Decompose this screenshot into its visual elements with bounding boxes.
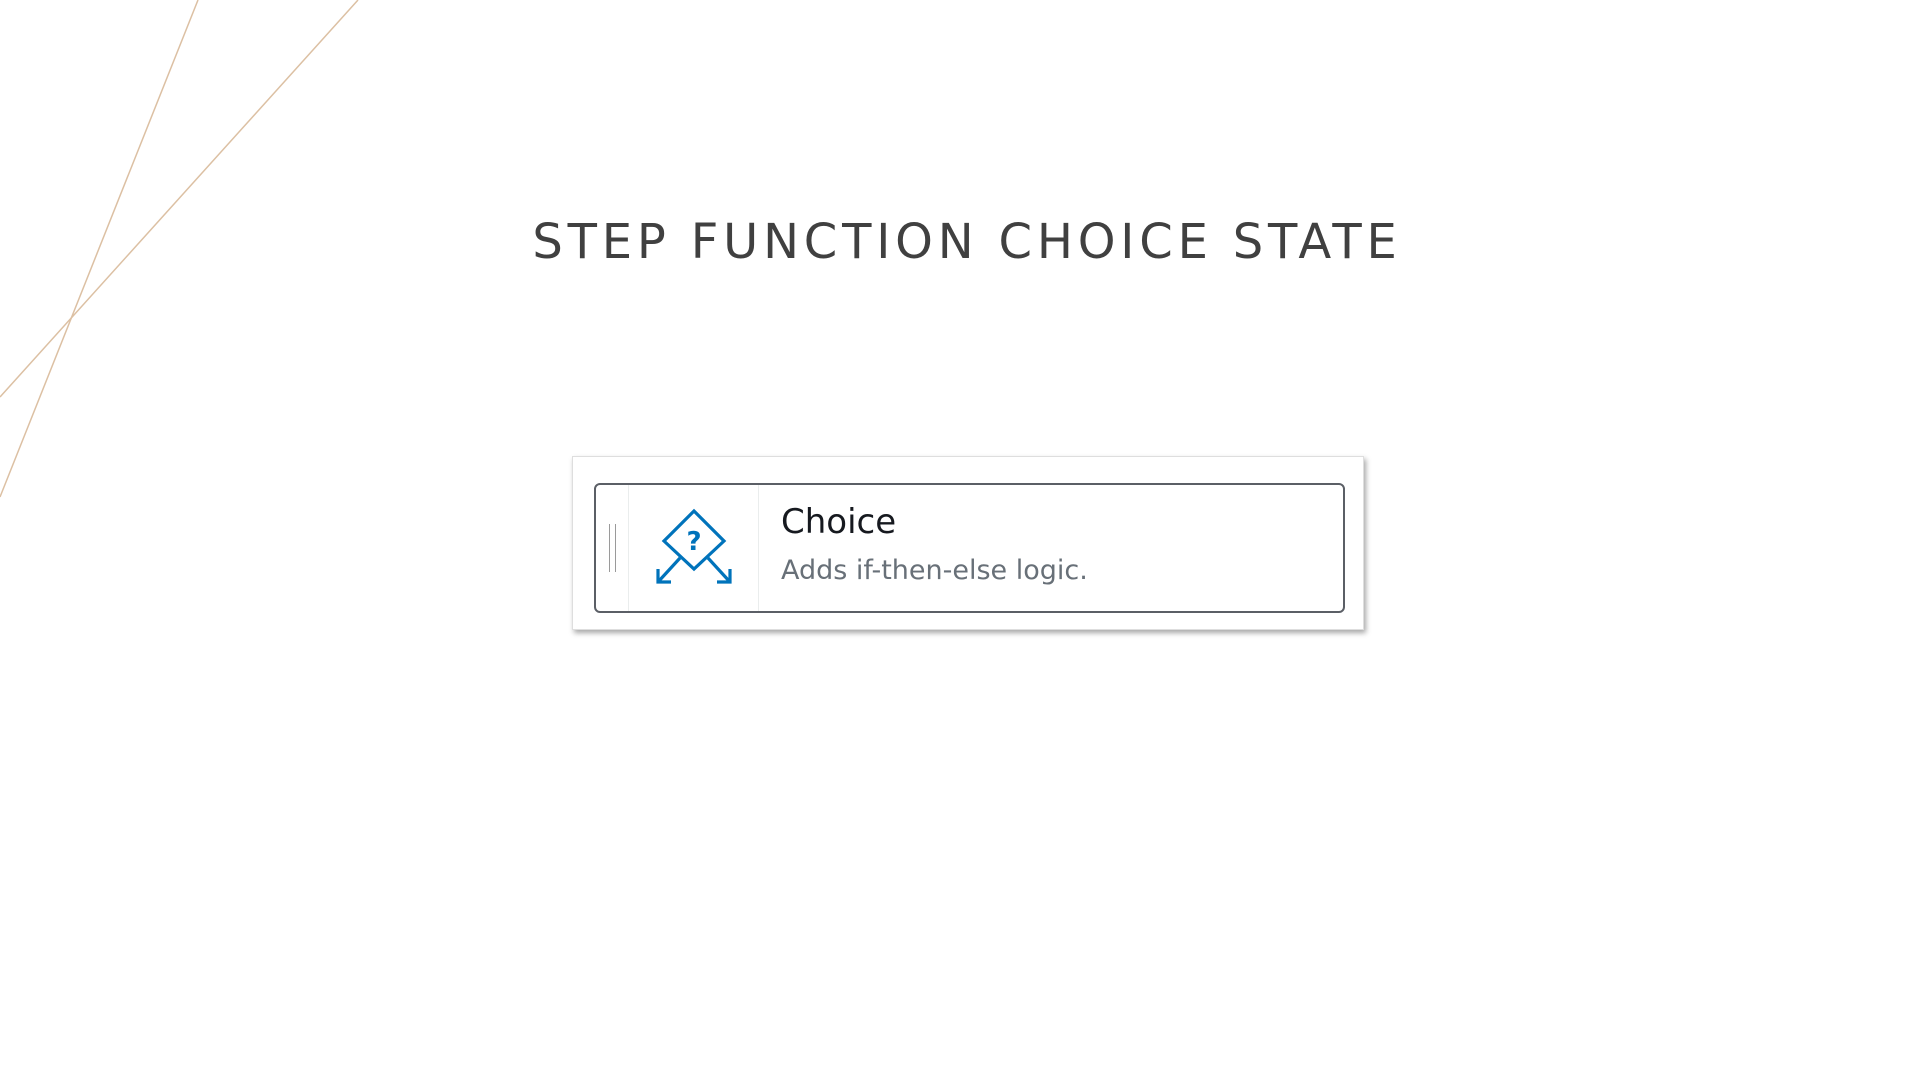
state-description: Adds if-then-else logic. — [781, 554, 1088, 586]
slide: STEP FUNCTION CHOICE STATE ? Choice Adds… — [0, 0, 1920, 1080]
state-name: Choice — [781, 502, 897, 543]
drag-handle[interactable] — [596, 485, 629, 611]
state-text: Choice Adds if-then-else logic. — [759, 485, 1343, 611]
choice-state-card[interactable]: ? Choice Adds if-then-else logic. — [594, 483, 1345, 613]
slide-title: STEP FUNCTION CHOICE STATE — [532, 214, 1402, 270]
grip-icon — [608, 524, 616, 572]
choice-diamond-icon: ? — [655, 508, 732, 584]
state-icon-cell: ? — [629, 485, 759, 611]
question-mark-glyph: ? — [686, 527, 701, 557]
screenshot-frame: ? Choice Adds if-then-else logic. — [572, 456, 1364, 630]
